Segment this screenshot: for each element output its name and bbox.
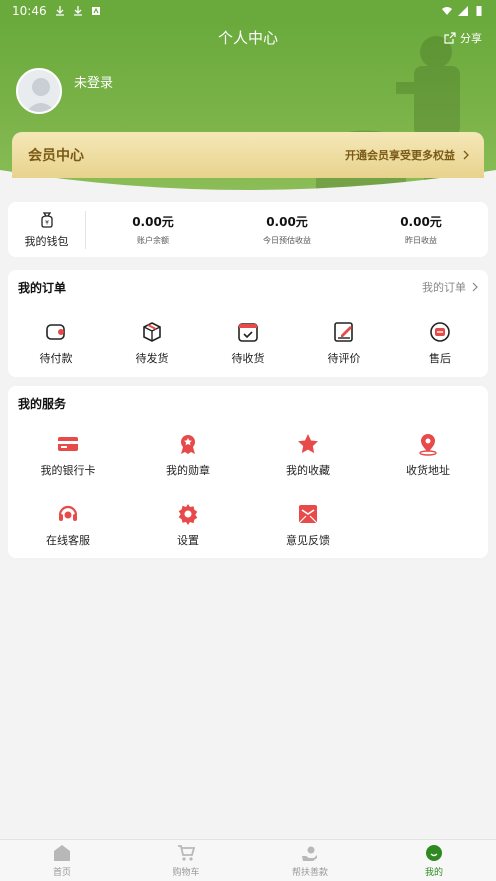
service-bank-card[interactable]: 我的银行卡 <box>8 432 128 478</box>
box-icon <box>143 322 161 342</box>
today-estimate-value: 0.00元 <box>266 215 308 229</box>
wifi-icon <box>442 7 452 15</box>
headset-icon <box>58 505 78 521</box>
edit-icon <box>334 322 353 342</box>
order-pending-receipt-label: 待收货 <box>231 352 265 365</box>
today-estimate-label: 今日预估收益 <box>263 236 311 245</box>
download-icon <box>55 6 64 16</box>
svg-text:¥: ¥ <box>45 219 49 226</box>
service-settings-label: 设置 <box>177 534 199 547</box>
account-balance-value: 0.00元 <box>132 215 174 229</box>
orders-title: 我的订单 <box>18 280 67 295</box>
order-pending-payment-label: 待付款 <box>39 352 73 365</box>
bottom-tab-bar: 首页 购物车 帮扶善款 我的 <box>0 839 496 881</box>
order-pending-review[interactable]: 待评价 <box>296 320 392 366</box>
chevron-right-icon <box>463 150 469 160</box>
donate-icon <box>302 846 317 861</box>
order-pending-shipment-label: 待发货 <box>135 352 169 365</box>
all-orders-label: 我的订单 <box>422 281 466 294</box>
all-orders-link[interactable]: 我的订单 <box>422 279 478 295</box>
after-sale-icon <box>430 322 450 342</box>
avatar[interactable] <box>16 68 62 114</box>
share-button[interactable]: 分享 <box>444 30 482 46</box>
medal-icon <box>181 435 195 454</box>
signal-icon <box>458 6 468 16</box>
empty-slot <box>368 502 488 548</box>
today-estimate-stat[interactable]: 0.00元 今日预估收益 <box>220 213 354 246</box>
tab-mine[interactable]: 我的 <box>372 840 496 881</box>
yesterday-income-label: 昨日收益 <box>405 236 437 245</box>
gear-icon <box>178 504 198 525</box>
tab-mine-label: 我的 <box>424 867 443 878</box>
order-after-sale[interactable]: 售后 <box>392 320 488 366</box>
tab-cart[interactable]: 购物车 <box>124 840 248 881</box>
money-bag-icon: ¥ <box>40 211 53 228</box>
yesterday-income-stat[interactable]: 0.00元 昨日收益 <box>354 213 488 246</box>
member-center-title: 会员中心 <box>28 148 84 164</box>
default-avatar-icon <box>26 78 56 112</box>
service-settings[interactable]: 设置 <box>128 502 248 548</box>
yesterday-income-value: 0.00元 <box>400 215 442 229</box>
status-time: 10:46 <box>12 4 47 18</box>
member-benefits-text: 开通会员享受更多权益 <box>345 149 455 162</box>
my-wallet-button[interactable]: ¥ 我的钱包 <box>8 210 86 249</box>
service-favorites-label: 我的收藏 <box>286 464 330 477</box>
home-icon <box>54 844 70 861</box>
app-notification-icon <box>91 7 100 15</box>
bank-card-icon <box>58 437 78 451</box>
account-balance-stat[interactable]: 0.00元 账户余额 <box>86 213 220 246</box>
service-medal[interactable]: 我的勋章 <box>128 432 248 478</box>
account-balance-label: 账户余额 <box>137 236 169 245</box>
orders-card: 我的订单 我的订单 待付款 待发货 待收货 待评价 售后 <box>8 270 488 377</box>
service-address[interactable]: 收货地址 <box>368 432 488 478</box>
cart-icon <box>178 844 195 861</box>
tab-home[interactable]: 首页 <box>0 840 124 881</box>
calendar-check-icon <box>238 323 258 342</box>
service-address-label: 收货地址 <box>406 464 450 477</box>
my-wallet-label: 我的钱包 <box>24 234 69 248</box>
order-pending-shipment[interactable]: 待发货 <box>104 320 200 366</box>
location-icon <box>419 434 437 456</box>
download-icon <box>73 6 82 16</box>
service-customer-support-label: 在线客服 <box>46 534 90 547</box>
wallet-card: ¥ 我的钱包 0.00元 账户余额 0.00元 今日预估收益 0.00元 昨日收… <box>8 202 488 257</box>
chevron-right-icon <box>472 282 478 292</box>
battery-icon <box>476 6 482 16</box>
wallet-icon <box>46 324 65 340</box>
service-feedback[interactable]: 意见反馈 <box>248 502 368 548</box>
tab-cart-label: 购物车 <box>172 867 200 878</box>
share-icon <box>444 32 456 44</box>
share-label: 分享 <box>460 32 482 45</box>
order-pending-review-label: 待评价 <box>327 352 361 365</box>
tab-donation[interactable]: 帮扶善款 <box>248 840 372 881</box>
service-feedback-label: 意见反馈 <box>286 534 330 547</box>
star-icon <box>298 434 318 454</box>
member-benefits-link[interactable]: 开通会员享受更多权益 <box>345 147 470 163</box>
service-customer-support[interactable]: 在线客服 <box>8 502 128 548</box>
member-center-banner[interactable]: 会员中心 开通会员享受更多权益 <box>12 132 484 178</box>
order-pending-payment[interactable]: 待付款 <box>8 320 104 366</box>
tab-home-label: 首页 <box>52 867 71 878</box>
login-status-text[interactable]: 未登录 <box>74 72 113 91</box>
services-title: 我的服务 <box>18 396 67 411</box>
order-pending-receipt[interactable]: 待收货 <box>200 320 296 366</box>
page-title: 个人中心 <box>217 29 278 47</box>
order-after-sale-label: 售后 <box>429 352 451 365</box>
service-bank-card-label: 我的银行卡 <box>40 464 96 477</box>
profile-icon <box>426 844 442 861</box>
status-bar: 10:46 <box>0 0 496 22</box>
service-favorites[interactable]: 我的收藏 <box>248 432 368 478</box>
services-card: 我的服务 我的银行卡 我的勋章 我的收藏 收货地址 在线客服 设置 意见反馈 <box>8 386 488 558</box>
service-medal-label: 我的勋章 <box>166 464 210 477</box>
mail-icon <box>298 505 318 524</box>
tab-donation-label: 帮扶善款 <box>291 867 328 878</box>
